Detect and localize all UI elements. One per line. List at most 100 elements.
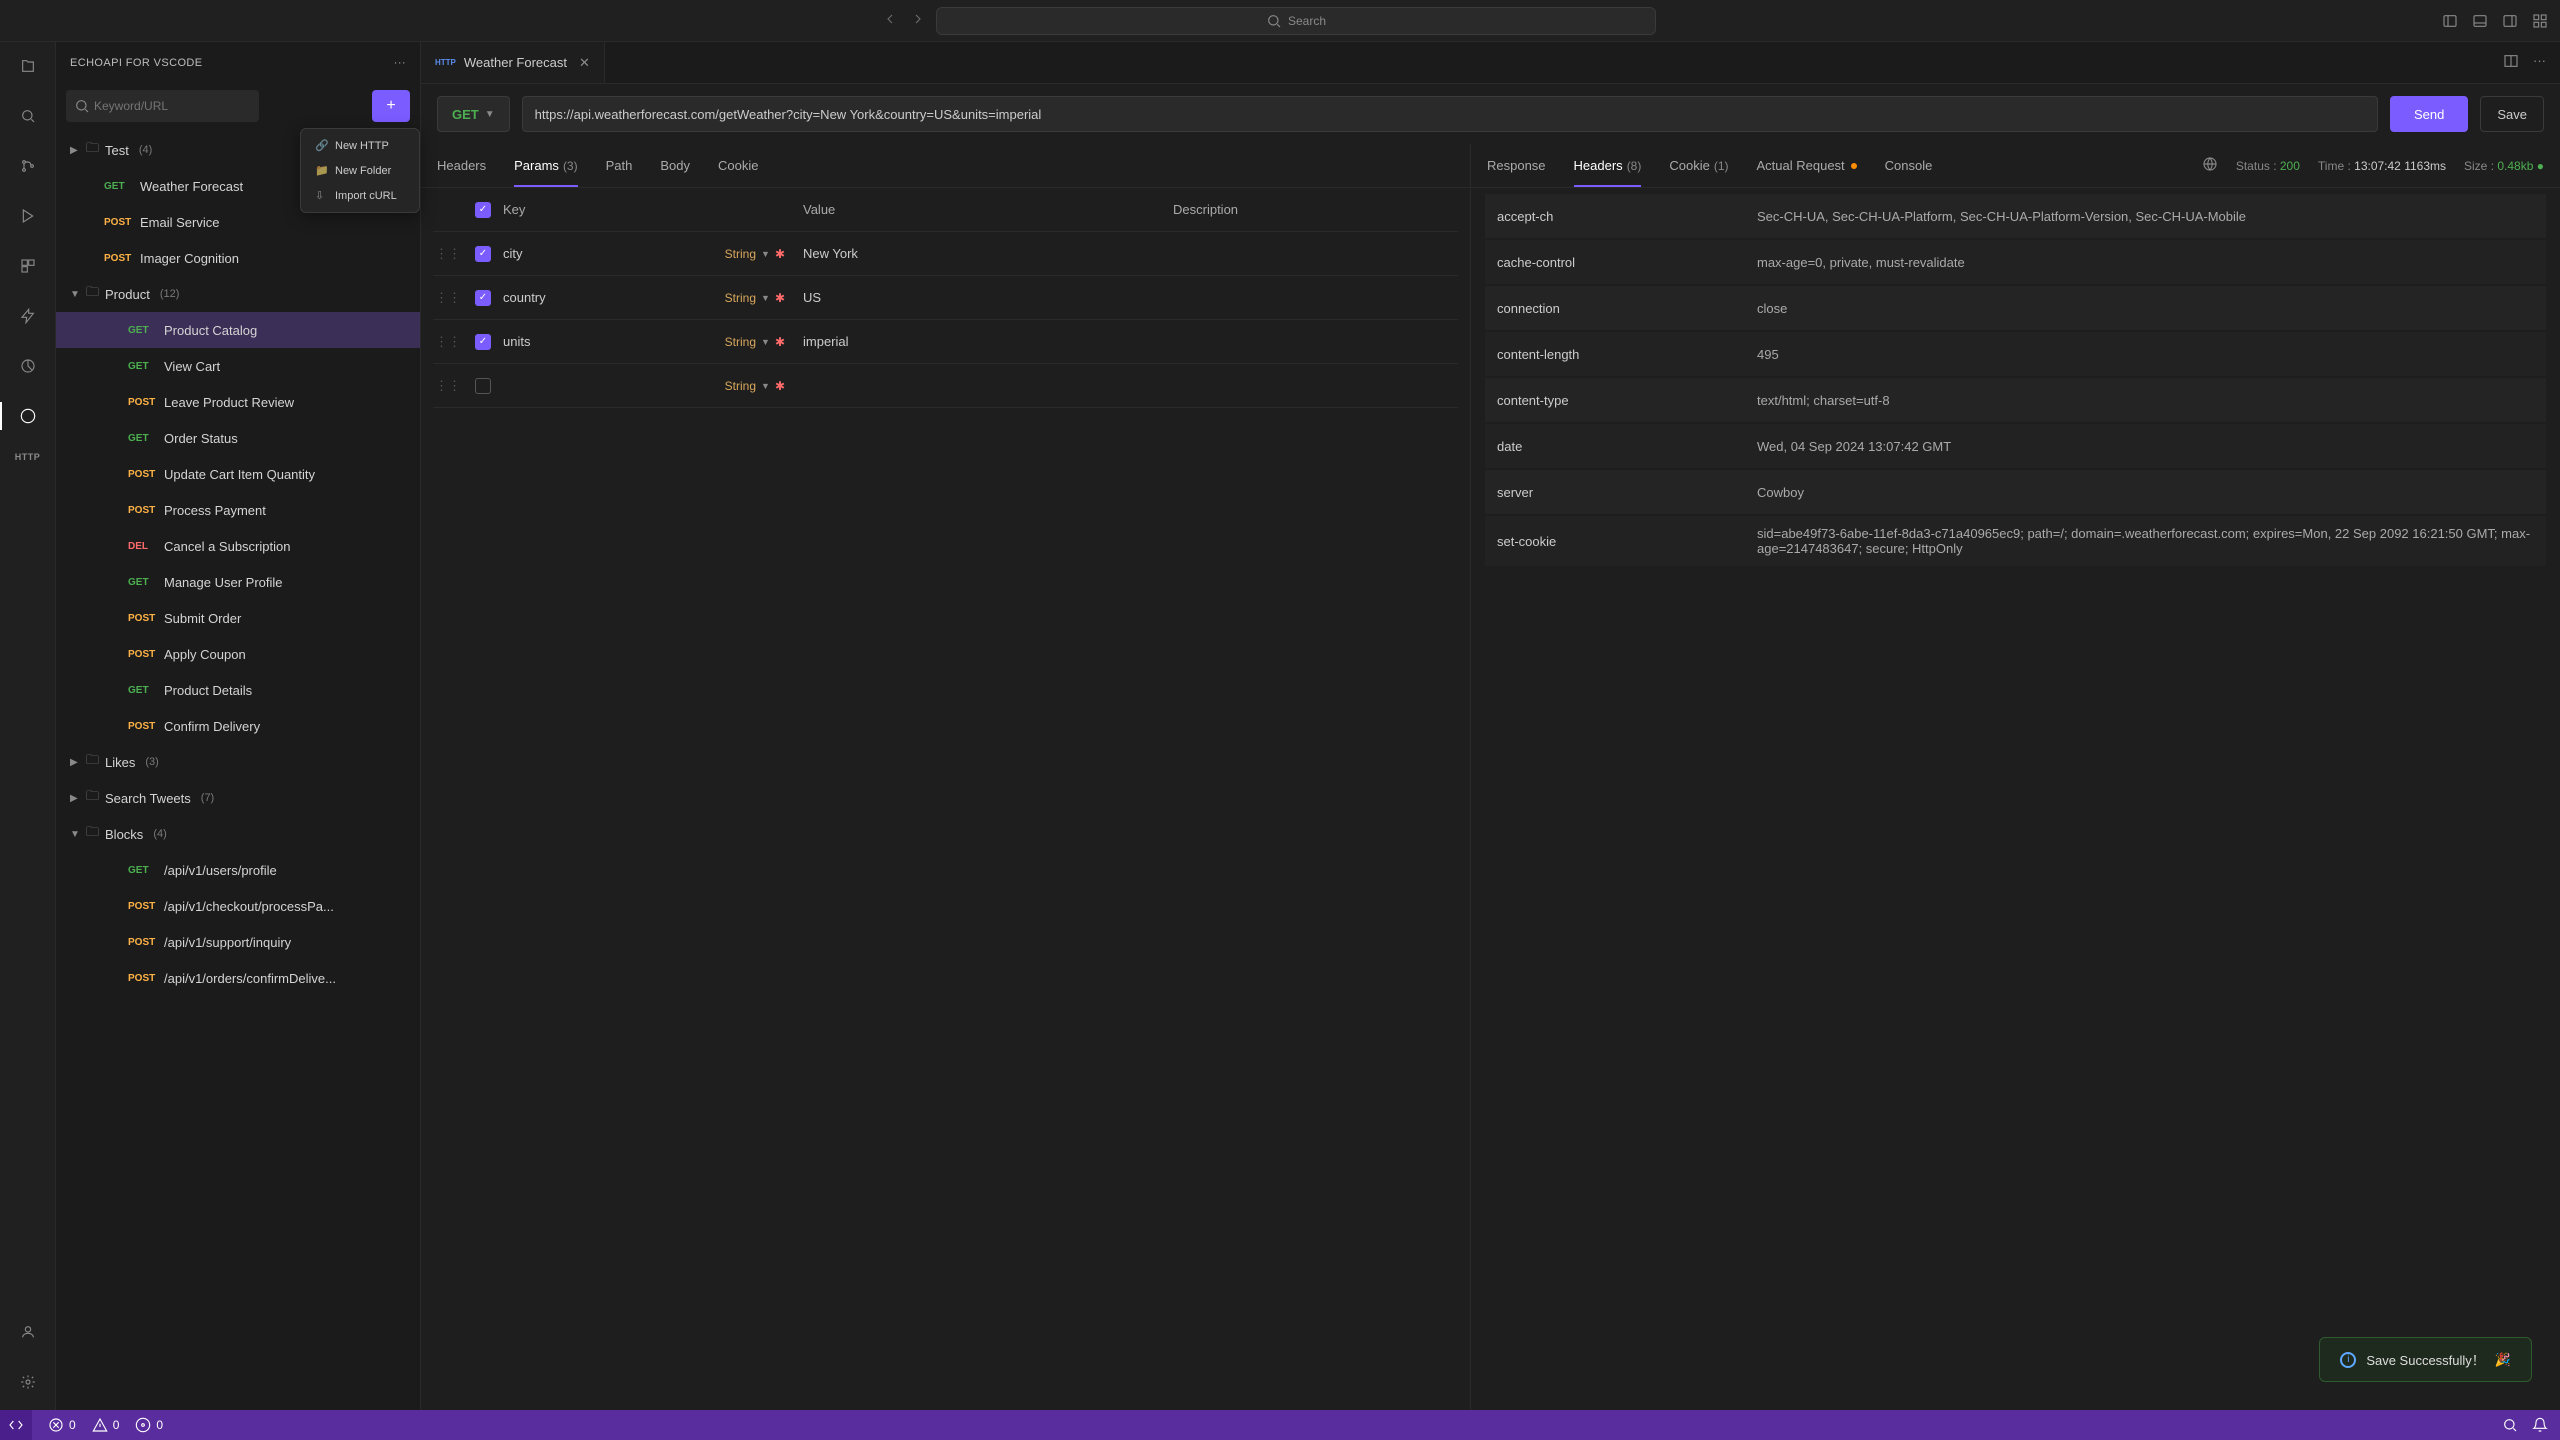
notifications-icon[interactable] [2532,1417,2548,1433]
type-pill[interactable]: String▼✱ [725,291,785,305]
res-header-row: accept-chSec-CH-UA, Sec-CH-UA-Platform, … [1485,194,2546,238]
chevron-down-icon: ▼ [761,293,770,303]
method-select[interactable]: GET▼ [437,96,510,132]
nav-back-icon[interactable] [882,11,898,30]
tree-item-details[interactable]: GETProduct Details [56,672,420,708]
param-row[interactable]: ⋮⋮ ✓ countryString▼✱ US [433,276,1458,320]
tree-item-coupon[interactable]: POSTApply Coupon [56,636,420,672]
req-tab-path[interactable]: Path [606,144,633,187]
checkbox[interactable]: ✓ [475,334,491,350]
response-panel: Response Headers(8) Cookie(1) Actual Req… [1471,144,2560,1410]
nav-forward-icon[interactable] [910,11,926,30]
command-search[interactable]: Search [936,7,1656,35]
tree-folder-tweets[interactable]: ▶🗀Search Tweets(7) [56,780,420,816]
type-pill[interactable]: String▼✱ [725,247,785,261]
tree-item-updatecart[interactable]: POSTUpdate Cart Item Quantity [56,456,420,492]
col-key: Key [503,202,803,217]
drag-handle-icon[interactable]: ⋮⋮ [433,378,463,394]
layout-left-icon[interactable] [2442,13,2458,29]
layout-bottom-icon[interactable] [2472,13,2488,29]
thunder-icon[interactable] [14,302,42,330]
tree-item-viewcart[interactable]: GETView Cart [56,348,420,384]
res-tab-response[interactable]: Response [1487,144,1546,187]
extensions-icon[interactable] [14,252,42,280]
tree-item-catalog[interactable]: GETProduct Catalog [56,312,420,348]
tree-item-cancel[interactable]: DELCancel a Subscription [56,528,420,564]
search-activity-icon[interactable] [14,102,42,130]
star-icon: ✱ [775,335,785,349]
titlebar: Search [0,0,2560,42]
param-row[interactable]: ⋮⋮ ✓ cityString▼✱ New York [433,232,1458,276]
req-tab-body[interactable]: Body [660,144,690,187]
menu-import-curl[interactable]: ⇩Import cURL [301,183,419,208]
param-row[interactable]: ⋮⋮ ✓ unitsString▼✱ imperial [433,320,1458,364]
tree-folder-blocks[interactable]: ▼🗀Blocks(4) [56,816,420,852]
remote-indicator[interactable] [0,1410,32,1440]
star-icon: ✱ [775,291,785,305]
sidebar-more-icon[interactable]: ··· [394,57,406,69]
folder-icon: 🗀 [86,283,99,305]
menu-new-folder[interactable]: 📁New Folder [301,158,419,183]
folder-icon: 🗀 [86,823,99,845]
res-tab-console[interactable]: Console [1885,144,1933,187]
tree-item-confirm[interactable]: POSTConfirm Delivery [56,708,420,744]
param-row-empty[interactable]: ⋮⋮ String▼✱ [433,364,1458,408]
col-value: Value [803,202,1173,217]
drag-handle-icon[interactable]: ⋮⋮ [433,334,463,350]
tree-item-imager[interactable]: POSTImager Cognition [56,240,420,276]
sidebar-add-button[interactable]: + [372,90,410,122]
drag-handle-icon[interactable]: ⋮⋮ [433,290,463,306]
res-tab-cookie[interactable]: Cookie(1) [1669,144,1728,187]
checkbox[interactable] [475,378,491,394]
tree-item-bsupport[interactable]: POST/api/v1/support/inquiry [56,924,420,960]
tree-folder-product[interactable]: ▼🗀Product(12) [56,276,420,312]
res-tab-headers[interactable]: Headers(8) [1574,144,1642,187]
sidebar-search-input[interactable] [66,90,259,122]
source-control-icon[interactable] [14,152,42,180]
req-tab-params[interactable]: Params(3) [514,144,577,187]
req-tab-cookie[interactable]: Cookie [718,144,758,187]
tab-weather[interactable]: HTTP Weather Forecast ✕ [421,42,605,83]
checkbox-all[interactable]: ✓ [475,202,491,218]
tree-item-profile[interactable]: GETManage User Profile [56,564,420,600]
tree-item-borders[interactable]: POST/api/v1/orders/confirmDelive... [56,960,420,996]
layout-customize-icon[interactable] [2532,13,2548,29]
tree-item-orderstatus[interactable]: GETOrder Status [56,420,420,456]
errors-count[interactable]: 0 [48,1417,76,1433]
type-pill[interactable]: String▼✱ [725,335,785,349]
split-editor-icon[interactable] [2503,53,2519,72]
tree-item-bcheckout[interactable]: POST/api/v1/checkout/processPa... [56,888,420,924]
url-input[interactable] [522,96,2378,132]
chevron-down-icon: ▼ [70,289,80,300]
tab-more-icon[interactable]: ··· [2533,53,2546,72]
checkbox[interactable]: ✓ [475,290,491,306]
globe-icon[interactable] [2202,156,2218,175]
tree-item-payment[interactable]: POSTProcess Payment [56,492,420,528]
res-header-row: connectionclose [1485,286,2546,330]
menu-new-http[interactable]: 🔗New HTTP [301,133,419,158]
ports-count[interactable]: 0 [135,1417,163,1433]
chevron-right-icon: ▶ [70,145,80,156]
feedback-icon[interactable] [2502,1417,2518,1433]
close-icon[interactable]: ✕ [579,55,590,71]
http-text-icon[interactable]: HTTP [15,452,41,462]
save-button[interactable]: Save [2480,96,2544,132]
account-icon[interactable] [14,1318,42,1346]
explorer-icon[interactable] [14,52,42,80]
drag-handle-icon[interactable]: ⋮⋮ [433,246,463,262]
send-button[interactable]: Send [2390,96,2468,132]
layout-right-icon[interactable] [2502,13,2518,29]
type-pill[interactable]: String▼✱ [725,379,785,393]
tree-folder-likes[interactable]: ▶🗀Likes(3) [56,744,420,780]
pie-chart-icon[interactable] [14,352,42,380]
req-tab-headers[interactable]: Headers [437,144,486,187]
echoapi-icon[interactable] [14,402,42,430]
checkbox[interactable]: ✓ [475,246,491,262]
tree-item-bprofile[interactable]: GET/api/v1/users/profile [56,852,420,888]
warnings-count[interactable]: 0 [92,1417,120,1433]
res-tab-actual[interactable]: Actual Request [1757,144,1857,187]
settings-icon[interactable] [14,1368,42,1396]
run-debug-icon[interactable] [14,202,42,230]
tree-item-submit[interactable]: POSTSubmit Order [56,600,420,636]
tree-item-review[interactable]: POSTLeave Product Review [56,384,420,420]
